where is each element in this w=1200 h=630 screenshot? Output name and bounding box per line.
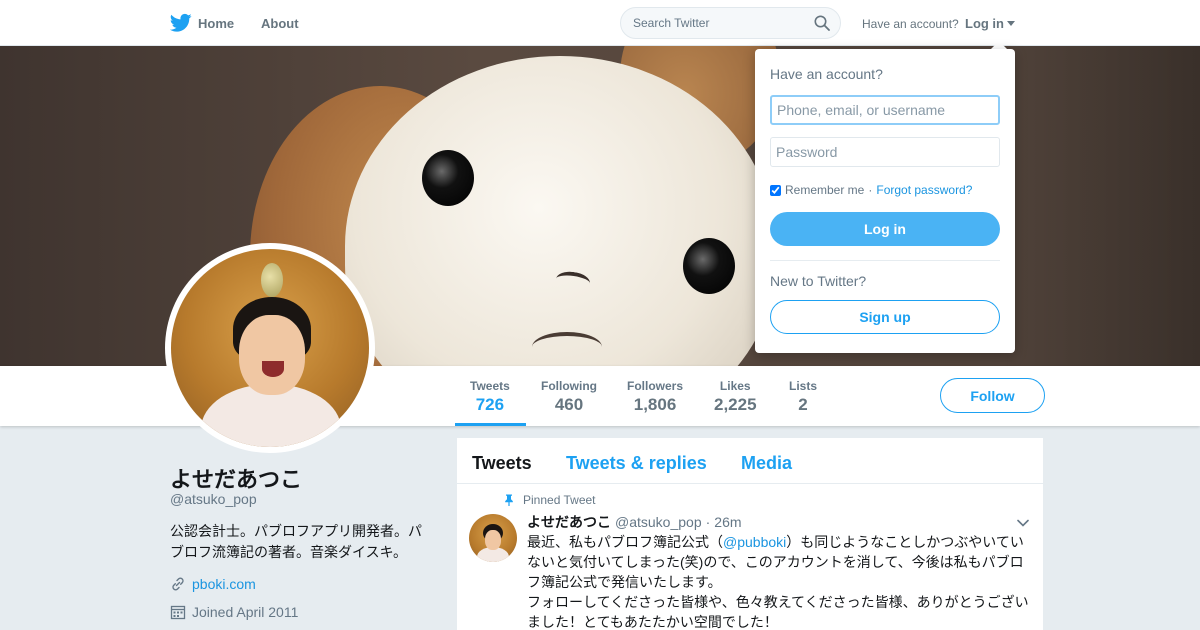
tab-tweets-replies[interactable]: Tweets & replies	[566, 453, 707, 474]
stat-value: 2	[798, 395, 808, 414]
tweet-text-part: 最近、私もパブロフ簿記公式（	[527, 534, 723, 550]
timeline-tabs: Tweets Tweets & replies Media	[457, 438, 1043, 484]
banner-shadow	[1000, 46, 1200, 366]
tweet-author-name[interactable]: よせだあつこ	[527, 512, 611, 532]
password-field[interactable]	[770, 137, 1000, 167]
avatar-figure-face	[239, 315, 305, 395]
stat-likes[interactable]: Likes 2,225	[714, 379, 757, 415]
profile-avatar[interactable]	[171, 249, 369, 447]
nav-about-link[interactable]: About	[261, 16, 299, 31]
signup-button[interactable]: Sign up	[770, 300, 1000, 334]
search-input[interactable]	[621, 8, 801, 38]
search-box	[620, 7, 841, 39]
nav-home-label: Home	[198, 15, 235, 31]
chevron-down-icon[interactable]	[1017, 519, 1029, 527]
calendar-icon	[170, 605, 186, 620]
follow-button[interactable]: Follow	[940, 378, 1045, 413]
stat-label: Lists	[789, 379, 818, 393]
tweet-timestamp[interactable]: 26m	[714, 514, 741, 530]
caret-down-icon	[1007, 21, 1015, 26]
timeline: Tweets Tweets & replies Media Pinned Twe…	[456, 437, 1044, 630]
login-toggle-label: Log in	[965, 16, 1004, 31]
tweet-avatar-face	[485, 530, 501, 550]
tweet-author-handle[interactable]: @atsuko_pop	[615, 514, 702, 530]
profile-bio: 公認会計士。パブロフアプリ開発者。パブロフ流簿記の著者。音楽ダイスキ。	[170, 523, 422, 560]
stat-value: 2,225	[714, 395, 757, 414]
banner-plush-eye	[683, 238, 735, 294]
profile-url: pboki.com	[170, 576, 256, 592]
search-icon[interactable]	[814, 15, 830, 31]
tweet-text-part: フォローしてくださった皆様や、色々教えてくださった皆様、ありがとうございました！…	[527, 594, 1029, 630]
have-account-text: Have an account?	[862, 17, 959, 31]
stat-lists[interactable]: Lists 2	[789, 379, 817, 415]
tweet-mention-link[interactable]: @pubboki	[723, 534, 786, 550]
stat-followers[interactable]: Followers 1,806	[627, 379, 683, 415]
banner-plush-eye	[422, 150, 474, 206]
tweet-avatar[interactable]	[469, 514, 517, 562]
avatar-figure-object	[261, 263, 283, 297]
remember-separator: ·	[868, 183, 873, 197]
stat-label: Likes	[719, 379, 751, 393]
stat-value: 726	[475, 395, 505, 414]
username-field[interactable]	[770, 95, 1000, 125]
tab-media[interactable]: Media	[741, 453, 792, 474]
pin-icon	[505, 494, 513, 506]
top-nav-bar: Home About Have an account? Log in	[0, 0, 1200, 46]
tweet-text: 最近、私もパブロフ簿記公式（@pubboki）も同じようなことしかつぶやいていな…	[527, 532, 1033, 630]
stat-value: 1,806	[633, 395, 677, 414]
link-icon	[172, 577, 184, 591]
login-dropdown-toggle[interactable]: Log in	[965, 16, 1015, 31]
profile-joined-text: Joined April 2011	[192, 604, 299, 620]
tweet-header: よせだあつこ @atsuko_pop · 26m	[527, 512, 742, 532]
new-to-twitter-text: New to Twitter?	[770, 273, 867, 289]
active-stat-underline	[455, 423, 526, 426]
profile-url-link[interactable]: pboki.com	[192, 576, 256, 592]
stat-tweets[interactable]: Tweets 726	[470, 379, 510, 415]
login-button[interactable]: Log in	[770, 212, 1000, 246]
stat-label: Tweets	[470, 379, 510, 393]
remember-me-label[interactable]: Remember me	[785, 183, 864, 197]
stat-following[interactable]: Following 460	[541, 379, 597, 415]
remember-me-checkbox[interactable]	[770, 184, 781, 196]
stat-label: Followers	[627, 379, 684, 393]
pinned-tweet-label: Pinned Tweet	[503, 493, 596, 507]
nav-home-link[interactable]: Home	[170, 13, 234, 33]
profile-joined: Joined April 2011	[170, 604, 298, 620]
remember-me-row: Remember me · Forgot password?	[770, 183, 972, 197]
tweet-separator: ·	[705, 514, 711, 530]
forgot-password-link[interactable]: Forgot password?	[876, 183, 972, 197]
banner-plush-mouth	[532, 332, 602, 362]
login-dropdown: Have an account? Remember me · Forgot pa…	[755, 49, 1015, 353]
stat-label: Following	[541, 379, 597, 393]
profile-handle[interactable]: @atsuko_pop	[170, 491, 257, 507]
dropdown-title: Have an account?	[770, 66, 883, 82]
tab-tweets[interactable]: Tweets	[472, 453, 532, 474]
dropdown-divider	[770, 260, 1000, 261]
stat-value: 460	[554, 395, 584, 414]
pinned-label-text: Pinned Tweet	[523, 493, 596, 507]
twitter-bird-icon	[170, 13, 192, 32]
avatar-figure-mouth	[262, 361, 284, 377]
profile-name[interactable]: よせだあつこ	[170, 462, 302, 494]
